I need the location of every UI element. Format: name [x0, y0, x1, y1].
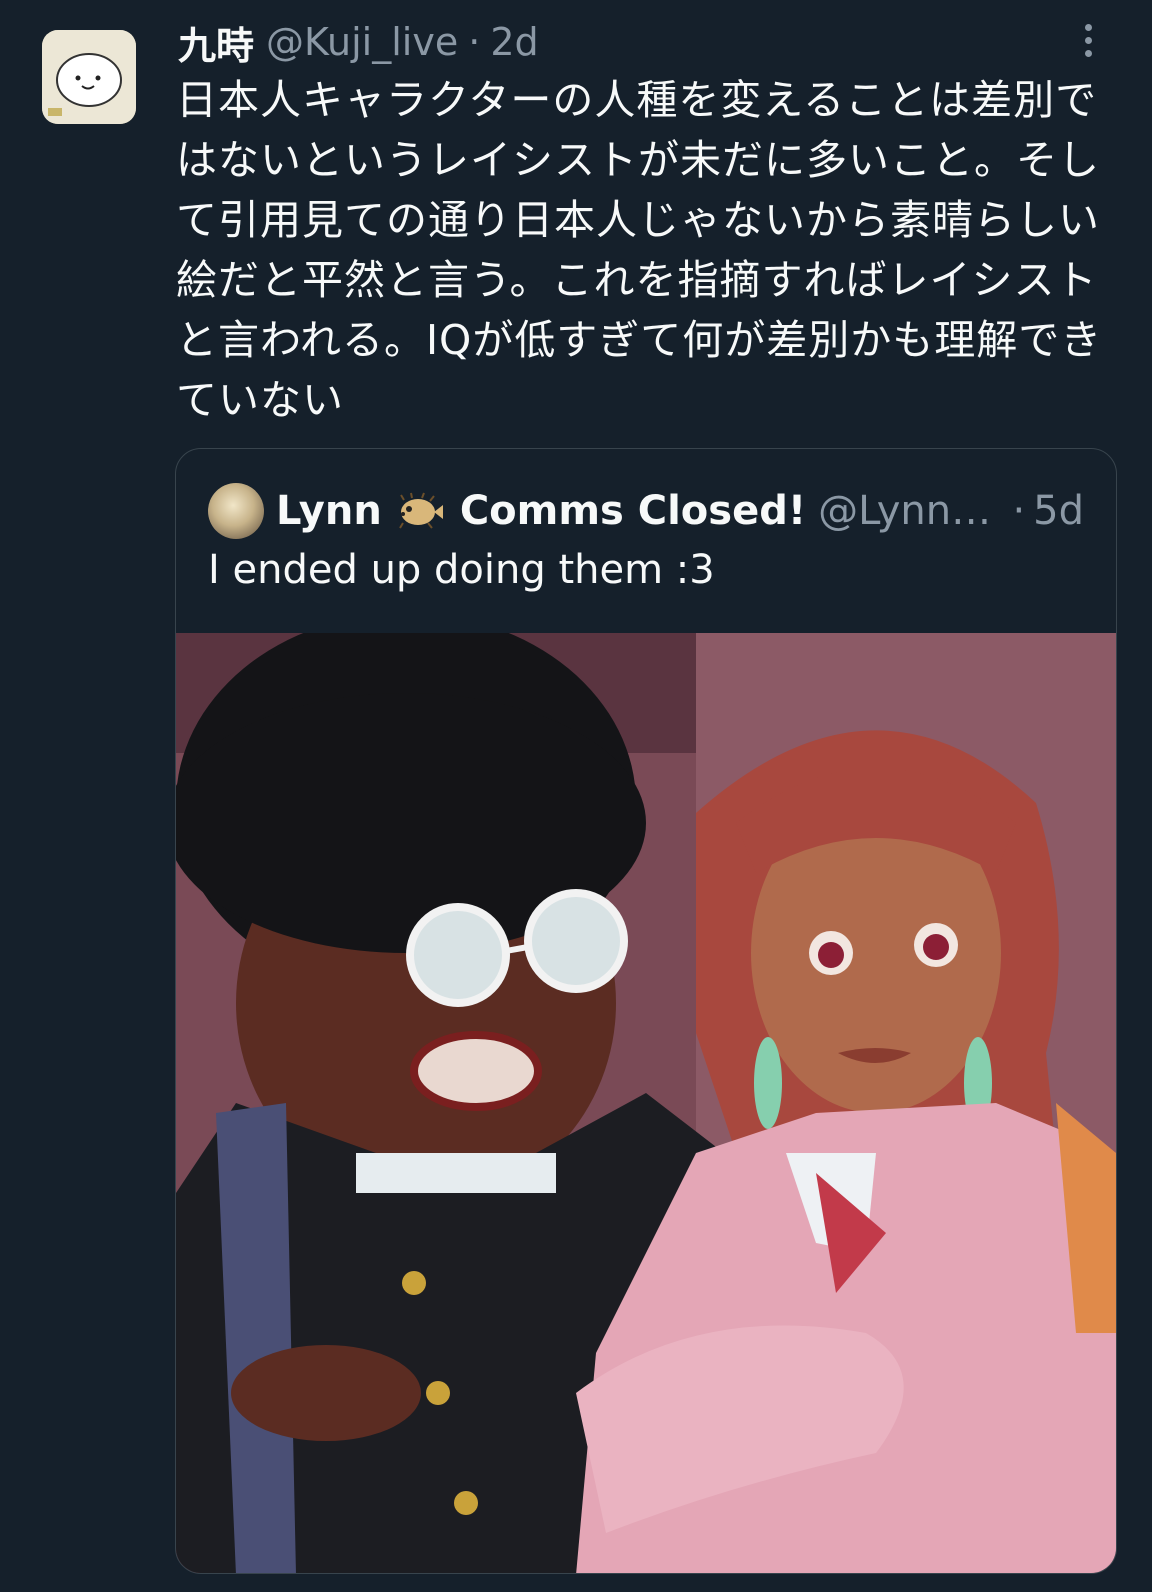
quoted-author-avatar[interactable]	[208, 483, 264, 539]
more-options-icon[interactable]	[1082, 24, 1094, 60]
quoted-tweet-image[interactable]	[176, 633, 1116, 1573]
quoted-tweet-timestamp[interactable]: 5d	[1033, 488, 1084, 534]
pufferfish-icon	[394, 492, 444, 530]
quoted-author-name-suffix[interactable]: Comms Closed!	[460, 488, 806, 534]
quoted-tweet[interactable]: Lynn Comms Closed! @Lynn… · 5d I ended u…	[175, 448, 1117, 1574]
quoted-author-handle[interactable]: @Lynn…	[818, 488, 991, 534]
tweet-header: 九時 @Kuji_live · 2d	[178, 14, 1092, 70]
avatar-face-icon	[42, 30, 136, 124]
quoted-tweet-text: I ended up doing them :3	[208, 547, 715, 593]
separator-dot: ·	[468, 20, 481, 64]
quoted-author-display-name[interactable]: Lynn	[276, 488, 382, 534]
tweet-timestamp[interactable]: 2d	[490, 20, 538, 64]
tweet-text: 日本人キャラクターの人種を変えることは差別ではないというレイシストが未だに多いこ…	[176, 76, 1103, 424]
tweet[interactable]: 九時 @Kuji_live · 2d 日本人キャラクターの人種を変えることは差別…	[0, 0, 1152, 1592]
author-display-name[interactable]: 九時	[178, 15, 254, 70]
author-avatar[interactable]	[42, 30, 136, 124]
quoted-tweet-header: Lynn Comms Closed! @Lynn… · 5d	[208, 481, 1084, 541]
quoted-separator-dot: ·	[1012, 488, 1026, 534]
illustration-image	[176, 633, 1116, 1573]
author-handle[interactable]: @Kuji_live	[266, 20, 458, 64]
